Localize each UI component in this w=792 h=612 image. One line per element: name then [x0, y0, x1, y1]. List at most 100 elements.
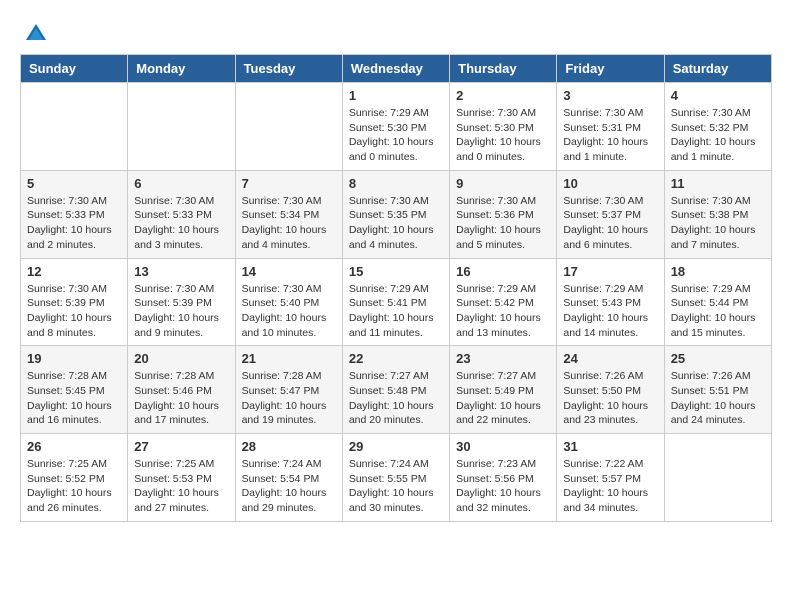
weekday-header: Thursday: [450, 55, 557, 83]
calendar-cell: 8Sunrise: 7:30 AM Sunset: 5:35 PM Daylig…: [342, 170, 449, 258]
calendar-cell: 23 Sunrise: 7:27 AM Sunset: 5:49 PM Dayli…: [450, 346, 557, 434]
calendar-cell: 24 Sunrise: 7:26 AM Sunset: 5:50 PM Dayli…: [557, 346, 664, 434]
calendar-cell: 7Sunrise: 7:30 AM Sunset: 5:34 PM Daylig…: [235, 170, 342, 258]
calendar-cell: 29Sunrise: 7:24 AM Sunset: 5:55 PM Dayli…: [342, 434, 449, 522]
day-number: 13: [134, 264, 228, 279]
day-info: Sunrise: 7:30 AM Sunset: 5:39 PM Dayligh…: [27, 282, 121, 341]
calendar-cell: 1 Sunrise: 7:29 AM Sunset: 5:30 PM Daylig…: [342, 83, 449, 171]
calendar-cell: 22Sunrise: 7:27 AM Sunset: 5:48 PM Dayli…: [342, 346, 449, 434]
calendar-cell: 14 Sunrise: 7:30 AM Sunset: 5:40 PM Dayli…: [235, 258, 342, 346]
calendar-cell: 9 Sunrise: 7:30 AM Sunset: 5:36 PM Daylig…: [450, 170, 557, 258]
calendar-row: 26 Sunrise: 7:25 AM Sunset: 5:52 PM Dayli…: [21, 434, 772, 522]
weekday-header: Saturday: [664, 55, 771, 83]
day-info: Sunrise: 7:27 AM Sunset: 5:48 PM Dayligh…: [349, 369, 443, 428]
calendar-row: 12 Sunrise: 7:30 AM Sunset: 5:39 PM Dayli…: [21, 258, 772, 346]
day-info: Sunrise: 7:26 AM Sunset: 5:50 PM Dayligh…: [563, 369, 657, 428]
calendar-cell: [21, 83, 128, 171]
day-number: 30: [456, 439, 550, 454]
calendar-cell: 21 Sunrise: 7:28 AM Sunset: 5:47 PM Dayli…: [235, 346, 342, 434]
calendar-cell: 11 Sunrise: 7:30 AM Sunset: 5:38 PM Dayli…: [664, 170, 771, 258]
calendar-cell: [664, 434, 771, 522]
weekday-header-row: SundayMondayTuesdayWednesdayThursdayFrid…: [21, 55, 772, 83]
page-header: [20, 20, 772, 44]
weekday-header: Tuesday: [235, 55, 342, 83]
day-info: Sunrise: 7:28 AM Sunset: 5:45 PM Dayligh…: [27, 369, 121, 428]
day-info: Sunrise: 7:30 AM Sunset: 5:40 PM Dayligh…: [242, 282, 336, 341]
calendar-cell: 12 Sunrise: 7:30 AM Sunset: 5:39 PM Dayli…: [21, 258, 128, 346]
day-number: 17: [563, 264, 657, 279]
day-number: 7: [242, 176, 336, 191]
day-number: 31: [563, 439, 657, 454]
day-number: 25: [671, 351, 765, 366]
calendar-cell: 20 Sunrise: 7:28 AM Sunset: 5:46 PM Dayli…: [128, 346, 235, 434]
day-info: Sunrise: 7:27 AM Sunset: 5:49 PM Dayligh…: [456, 369, 550, 428]
weekday-header: Monday: [128, 55, 235, 83]
day-info: Sunrise: 7:26 AM Sunset: 5:51 PM Dayligh…: [671, 369, 765, 428]
day-number: 12: [27, 264, 121, 279]
day-number: 21: [242, 351, 336, 366]
calendar-cell: 10 Sunrise: 7:30 AM Sunset: 5:37 PM Dayli…: [557, 170, 664, 258]
day-number: 14: [242, 264, 336, 279]
calendar-row: 5Sunrise: 7:30 AM Sunset: 5:33 PM Daylig…: [21, 170, 772, 258]
day-info: Sunrise: 7:30 AM Sunset: 5:30 PM Dayligh…: [456, 106, 550, 165]
day-number: 3: [563, 88, 657, 103]
weekday-header: Wednesday: [342, 55, 449, 83]
day-info: Sunrise: 7:29 AM Sunset: 5:41 PM Dayligh…: [349, 282, 443, 341]
calendar-table: SundayMondayTuesdayWednesdayThursdayFrid…: [20, 54, 772, 522]
day-info: Sunrise: 7:30 AM Sunset: 5:35 PM Dayligh…: [349, 194, 443, 253]
calendar-cell: 26 Sunrise: 7:25 AM Sunset: 5:52 PM Dayli…: [21, 434, 128, 522]
day-info: Sunrise: 7:30 AM Sunset: 5:33 PM Dayligh…: [134, 194, 228, 253]
calendar-cell: 17 Sunrise: 7:29 AM Sunset: 5:43 PM Dayli…: [557, 258, 664, 346]
calendar-cell: 2 Sunrise: 7:30 AM Sunset: 5:30 PM Daylig…: [450, 83, 557, 171]
calendar-cell: 19 Sunrise: 7:28 AM Sunset: 5:45 PM Dayli…: [21, 346, 128, 434]
day-info: Sunrise: 7:24 AM Sunset: 5:54 PM Dayligh…: [242, 457, 336, 516]
calendar-cell: 3 Sunrise: 7:30 AM Sunset: 5:31 PM Daylig…: [557, 83, 664, 171]
day-number: 29: [349, 439, 443, 454]
calendar-cell: 28 Sunrise: 7:24 AM Sunset: 5:54 PM Dayli…: [235, 434, 342, 522]
day-number: 27: [134, 439, 228, 454]
day-number: 11: [671, 176, 765, 191]
day-info: Sunrise: 7:30 AM Sunset: 5:36 PM Dayligh…: [456, 194, 550, 253]
calendar-cell: 31 Sunrise: 7:22 AM Sunset: 5:57 PM Dayli…: [557, 434, 664, 522]
day-info: Sunrise: 7:28 AM Sunset: 5:46 PM Dayligh…: [134, 369, 228, 428]
day-info: Sunrise: 7:29 AM Sunset: 5:43 PM Dayligh…: [563, 282, 657, 341]
day-number: 20: [134, 351, 228, 366]
calendar-cell: 6 Sunrise: 7:30 AM Sunset: 5:33 PM Daylig…: [128, 170, 235, 258]
calendar-cell: 25 Sunrise: 7:26 AM Sunset: 5:51 PM Dayli…: [664, 346, 771, 434]
weekday-header: Friday: [557, 55, 664, 83]
day-info: Sunrise: 7:30 AM Sunset: 5:38 PM Dayligh…: [671, 194, 765, 253]
calendar-cell: 4Sunrise: 7:30 AM Sunset: 5:32 PM Daylig…: [664, 83, 771, 171]
day-number: 9: [456, 176, 550, 191]
day-number: 19: [27, 351, 121, 366]
day-info: Sunrise: 7:25 AM Sunset: 5:52 PM Dayligh…: [27, 457, 121, 516]
calendar-cell: 30 Sunrise: 7:23 AM Sunset: 5:56 PM Dayli…: [450, 434, 557, 522]
day-number: 6: [134, 176, 228, 191]
day-info: Sunrise: 7:25 AM Sunset: 5:53 PM Dayligh…: [134, 457, 228, 516]
day-info: Sunrise: 7:23 AM Sunset: 5:56 PM Dayligh…: [456, 457, 550, 516]
day-info: Sunrise: 7:28 AM Sunset: 5:47 PM Dayligh…: [242, 369, 336, 428]
day-number: 4: [671, 88, 765, 103]
calendar-cell: 15Sunrise: 7:29 AM Sunset: 5:41 PM Dayli…: [342, 258, 449, 346]
day-info: Sunrise: 7:22 AM Sunset: 5:57 PM Dayligh…: [563, 457, 657, 516]
calendar-row: 19 Sunrise: 7:28 AM Sunset: 5:45 PM Dayli…: [21, 346, 772, 434]
day-info: Sunrise: 7:29 AM Sunset: 5:42 PM Dayligh…: [456, 282, 550, 341]
day-info: Sunrise: 7:30 AM Sunset: 5:33 PM Dayligh…: [27, 194, 121, 253]
day-info: Sunrise: 7:29 AM Sunset: 5:44 PM Dayligh…: [671, 282, 765, 341]
day-number: 2: [456, 88, 550, 103]
day-number: 1: [349, 88, 443, 103]
day-number: 24: [563, 351, 657, 366]
calendar-cell: [128, 83, 235, 171]
calendar-cell: 27 Sunrise: 7:25 AM Sunset: 5:53 PM Dayli…: [128, 434, 235, 522]
day-number: 16: [456, 264, 550, 279]
day-number: 23: [456, 351, 550, 366]
day-info: Sunrise: 7:30 AM Sunset: 5:37 PM Dayligh…: [563, 194, 657, 253]
calendar-row: 1 Sunrise: 7:29 AM Sunset: 5:30 PM Daylig…: [21, 83, 772, 171]
day-number: 10: [563, 176, 657, 191]
day-number: 26: [27, 439, 121, 454]
weekday-header: Sunday: [21, 55, 128, 83]
calendar-cell: 16 Sunrise: 7:29 AM Sunset: 5:42 PM Dayli…: [450, 258, 557, 346]
day-number: 28: [242, 439, 336, 454]
day-info: Sunrise: 7:30 AM Sunset: 5:31 PM Dayligh…: [563, 106, 657, 165]
calendar-cell: 18Sunrise: 7:29 AM Sunset: 5:44 PM Dayli…: [664, 258, 771, 346]
day-info: Sunrise: 7:29 AM Sunset: 5:30 PM Dayligh…: [349, 106, 443, 165]
